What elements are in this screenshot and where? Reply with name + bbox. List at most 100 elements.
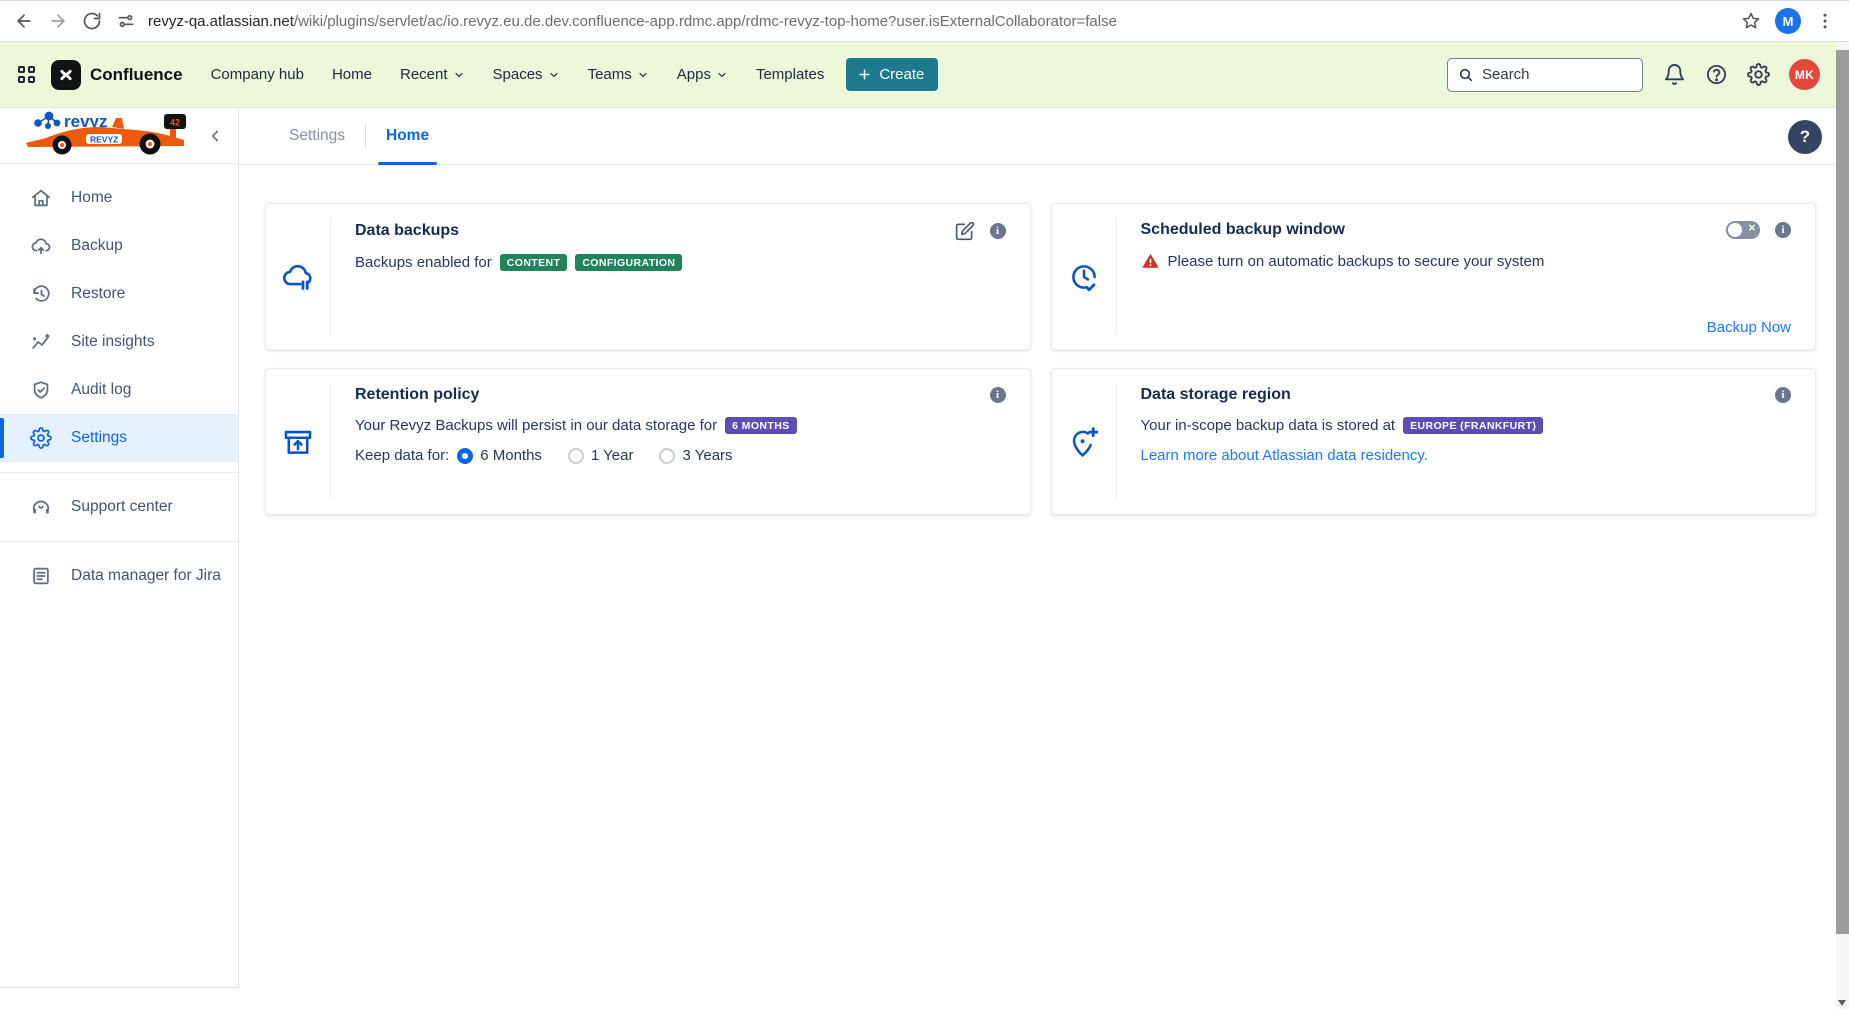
card-scheduled-backup-window: Scheduled backup window ✕ i Please turn … [1051,203,1817,350]
backups-enabled-text: Backups enabled for [355,254,492,271]
sidebar-item-site-insights[interactable]: Site insights [0,318,238,366]
search-input[interactable] [1482,66,1632,83]
insights-trend-icon [30,331,52,353]
sidebar-item-data-manager-jira[interactable]: Data manager for Jira [0,552,238,600]
cloud-pause-icon [281,260,315,294]
document-list-icon [30,565,52,587]
page-scrollbar [1836,42,1849,1009]
search-icon [1458,67,1474,83]
chevron-down-icon [453,69,465,81]
badge-content: CONTENT [500,254,568,271]
help-icon[interactable] [1705,63,1728,86]
nav-apps[interactable]: Apps [677,66,728,83]
info-icon[interactable]: i [1775,387,1791,403]
tab-settings[interactable]: Settings [283,108,351,164]
storage-lead-text: Your in-scope backup data is stored at [1141,417,1396,434]
address-bar[interactable]: revyz-qa.atlassian.net/wiki/plugins/serv… [116,11,1727,31]
svg-text:42: 42 [170,118,180,128]
card-retention-policy: Retention policy i Your Revyz Backups wi… [265,368,1031,515]
card-title: Data backups [355,222,459,240]
sidebar-item-home[interactable]: Home [0,174,238,222]
create-button[interactable]: Create [846,58,938,91]
sidebar-collapse-icon[interactable] [206,127,224,145]
browser-forward-icon[interactable] [48,11,68,31]
notifications-bell-icon[interactable] [1663,63,1686,86]
edit-pencil-icon[interactable] [955,221,975,241]
radio-button-checked[interactable] [457,448,473,464]
card-icon-col [1052,369,1116,514]
browser-back-icon[interactable] [14,11,34,31]
sidebar-item-backup[interactable]: Backup [0,222,238,270]
card-data-storage-region: Data storage region i Your in-scope back… [1051,368,1817,515]
card-title: Retention policy [355,386,479,404]
app-switcher-icon[interactable] [18,66,35,83]
sidebar-menu: Home Backup Restore Site insights Audit … [0,164,238,600]
card-icon-col [266,369,330,514]
app-shell: revyz 42 REVYZ [0,108,1836,1009]
info-icon[interactable]: i [990,387,1006,403]
automatic-backup-toggle[interactable]: ✕ [1726,221,1760,239]
info-icon[interactable]: i [1775,222,1791,238]
browser-profile-avatar[interactable]: M [1775,8,1801,34]
nav-recent[interactable]: Recent [400,66,465,83]
sidebar-logo-row: revyz 42 REVYZ [0,108,238,164]
confluence-logo-icon[interactable] [51,60,81,90]
tab-home[interactable]: Home [380,108,435,164]
card-body: Data backups i Backups enabled for CONTE… [331,204,1030,349]
nav-spaces[interactable]: Spaces [493,66,560,83]
warning-icon [1141,252,1160,270]
shield-check-icon [30,379,52,401]
user-avatar[interactable]: MK [1789,59,1820,90]
chevron-down-icon [716,69,728,81]
sidebar-item-restore[interactable]: Restore [0,270,238,318]
scrollbar-thumb[interactable] [1836,50,1849,934]
location-pin-plus-icon [1067,425,1101,459]
nav-teams[interactable]: Teams [588,66,649,83]
card-title: Data storage region [1141,386,1291,404]
chevron-down-icon [548,69,560,81]
sidebar-divider [0,472,238,473]
confluence-nav: Confluence Company hub Home Recent Space… [0,42,1836,108]
cloud-backup-icon [30,235,52,257]
confluence-brand[interactable]: Confluence [90,65,183,85]
card-data-backups: Data backups i Backups enabled for CONTE… [265,203,1031,350]
radio-1-year[interactable]: 1 Year [568,447,634,464]
info-icon[interactable]: i [990,223,1006,239]
radio-3-years[interactable]: 3 Years [659,447,732,464]
search-box[interactable] [1447,58,1643,92]
nav-home[interactable]: Home [332,66,372,83]
gear-icon [30,427,52,449]
url-path: /wiki/plugins/servlet/ac/io.revyz.eu.de.… [294,13,1117,30]
url-text: revyz-qa.atlassian.net/wiki/plugins/serv… [148,13,1117,30]
sidebar-item-settings[interactable]: Settings [0,414,238,462]
card-title: Scheduled backup window [1141,221,1345,239]
headset-icon [30,496,52,518]
browser-menu-icon[interactable] [1815,11,1835,31]
keep-data-label: Keep data for: [355,447,449,464]
radio-button[interactable] [659,448,675,464]
radio-button[interactable] [568,448,584,464]
card-body: Scheduled backup window ✕ i Please turn … [1117,204,1816,349]
nav-templates[interactable]: Templates [756,66,824,83]
nav-company-hub[interactable]: Company hub [211,66,304,83]
main-content: Settings Home ? Data backups [239,108,1836,1009]
plus-icon [857,67,872,82]
card-icon-col [266,204,330,349]
backup-now-link[interactable]: Backup Now [1707,319,1791,336]
bookmark-star-icon[interactable] [1741,11,1761,31]
card-icon-col [1052,204,1116,349]
sidebar-item-support-center[interactable]: Support center [0,483,238,531]
sidebar-item-audit-log[interactable]: Audit log [0,366,238,414]
site-settings-icon[interactable] [116,11,136,31]
home-icon [30,187,52,209]
data-residency-link[interactable]: Learn more about Atlassian data residenc… [1141,447,1428,464]
scrollbar-down-arrow[interactable] [1838,1000,1846,1006]
page-help-button[interactable]: ? [1788,120,1822,154]
browser-reload-icon[interactable] [82,11,102,31]
radio-6-months[interactable]: 6 Months [457,447,542,464]
archive-upload-icon [281,425,315,459]
tabs-row: Settings Home ? [239,108,1836,165]
badge-storage-region: EUROPE (FRANKFURT) [1403,417,1543,434]
gear-icon[interactable] [1747,63,1770,86]
molecule-icon [35,112,60,128]
